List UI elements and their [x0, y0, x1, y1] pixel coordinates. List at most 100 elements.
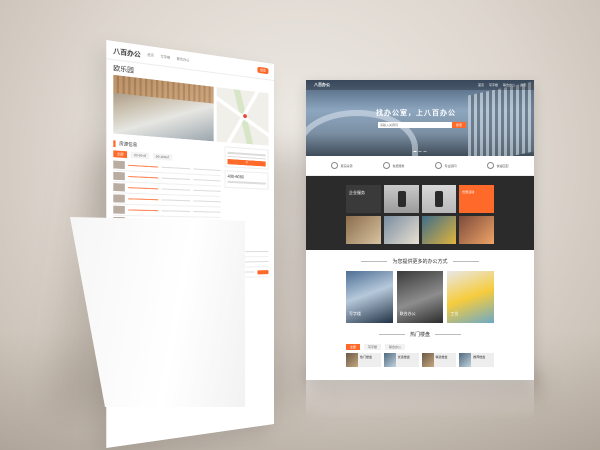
search-input[interactable] [378, 122, 452, 128]
enterprise-services-band: 企业服务 优惠活动 [306, 176, 534, 250]
tab-all[interactable]: 全部 [113, 150, 128, 159]
list-item[interactable]: 热门楼盘 [346, 353, 381, 367]
check-icon [383, 162, 391, 169]
home-page-mockup: 八百办公 首页 写字楼 联合办公 资讯 找办公室，上八百办公 搜索 真实房源 免… [306, 80, 534, 380]
building-name: 推荐楼盘 [473, 355, 486, 359]
service-photo-card[interactable] [421, 216, 457, 244]
row-thumb [113, 205, 125, 214]
building-name: 优选楼盘 [397, 355, 410, 359]
home-hero-banner: 八百办公 首页 写字楼 联合办公 资讯 找办公室，上八百办公 搜索 [306, 80, 534, 156]
home-nav-home[interactable]: 首页 [478, 83, 484, 87]
home-top-nav: 八百办公 首页 写字楼 联合办公 资讯 [306, 80, 534, 90]
view-button[interactable] [257, 269, 269, 274]
hot-buildings-section: 热门楼盘 全部 写字楼 联合办公 热门楼盘 优选楼盘 精选楼盘 推荐楼盘 [306, 331, 534, 367]
way-card-cowork[interactable]: 联合办公 [396, 271, 444, 323]
row-cell [193, 200, 221, 203]
feature-strip: 真实房源 免费服务 专业顾问 快速匹配 [306, 156, 534, 176]
row-cell [128, 175, 159, 179]
row-thumb [113, 160, 125, 170]
location-map[interactable] [216, 87, 269, 146]
row-cell [128, 209, 159, 212]
row-cell [193, 168, 221, 172]
contact-box: ✆ [224, 146, 269, 170]
hero-slogan: 找办公室，上八百办公 [376, 110, 456, 117]
carousel-dot[interactable] [418, 150, 422, 152]
office-chair-card[interactable] [383, 185, 419, 213]
hot-tab-cowork[interactable]: 联合办公 [385, 344, 406, 350]
promo-label: 优惠活动 [462, 190, 475, 194]
service-photo-card[interactable] [459, 216, 494, 244]
row-cell [161, 188, 191, 191]
way-card-office[interactable]: 写字楼 [346, 271, 393, 323]
home-nav-cowork[interactable]: 联合办公 [503, 83, 515, 87]
map-pin-icon [242, 114, 247, 119]
house-list-section: 房源信息 全部 20-50㎡ 50-100㎡ [106, 133, 226, 232]
hot-list: 热门楼盘 优选楼盘 精选楼盘 推荐楼盘 [306, 353, 534, 367]
carousel-dot[interactable] [413, 150, 417, 152]
row-cell [128, 197, 159, 201]
home-nav-office[interactable]: 写字楼 [489, 83, 498, 87]
hot-heading: 热门楼盘 [306, 331, 534, 338]
listing-nav-home[interactable]: 首页 [147, 52, 154, 57]
way-label: 工位 [450, 311, 459, 316]
service-photo-card[interactable] [346, 216, 381, 244]
tab-medium[interactable]: 50-100㎡ [152, 152, 173, 161]
row-cell [161, 209, 191, 213]
feature-label: 快速匹配 [496, 163, 509, 168]
enterprise-label: 企业服务 [349, 190, 365, 195]
list-item[interactable]: 推荐楼盘 [459, 353, 494, 367]
listing-sidebar: ✆ 400-6060 [224, 146, 269, 192]
side-line [227, 180, 266, 185]
listing-nav-cowork[interactable]: 联合办公 [177, 57, 190, 63]
feature-label: 真实房源 [340, 163, 353, 168]
feature-item: 真实房源 [331, 162, 353, 169]
promo-card[interactable]: 优惠活动 [459, 185, 494, 213]
right-page-reflection [306, 380, 534, 420]
search-button[interactable]: 搜索 [452, 122, 466, 128]
listing-login-button[interactable]: 登录 [257, 66, 269, 75]
hero-search-bar: 搜索 [378, 122, 466, 128]
contact-button[interactable]: ✆ [227, 158, 266, 167]
home-nav-news[interactable]: 资讯 [520, 83, 526, 87]
carousel-dot[interactable] [423, 150, 427, 152]
row-cell [193, 178, 221, 182]
carousel-dots [413, 150, 427, 152]
list-item[interactable]: 优选楼盘 [383, 353, 419, 367]
office-photo[interactable] [113, 74, 214, 142]
row-thumb [113, 183, 125, 192]
row-cell [193, 210, 221, 213]
phone-number: 400-6060 [227, 173, 244, 180]
check-icon [435, 162, 443, 169]
building-thumb [383, 353, 396, 367]
feature-label: 专业顾问 [444, 163, 457, 168]
tab-small[interactable]: 20-50㎡ [130, 151, 150, 160]
building-thumb [459, 353, 472, 367]
row-cell [128, 164, 159, 168]
enterprise-card[interactable]: 企业服务 [346, 185, 381, 213]
listing-nav-office[interactable]: 写字楼 [160, 54, 170, 60]
listing-logo[interactable]: 八百办公 [113, 45, 140, 58]
way-card-desk[interactable]: 工位 [447, 271, 494, 323]
office-chair-card[interactable] [421, 185, 457, 213]
hot-tab-office[interactable]: 写字楼 [364, 344, 382, 350]
building-name: 热门楼盘 [360, 355, 373, 359]
home-logo[interactable]: 八百办公 [314, 82, 330, 88]
row-thumb [113, 194, 125, 203]
hot-tab-all[interactable]: 全部 [346, 344, 361, 350]
building-thumb [346, 353, 358, 367]
ways-heading: 为您提供更多的办公方式 [306, 258, 534, 265]
check-icon [487, 162, 495, 169]
way-label: 写字楼 [349, 311, 361, 316]
row-cell [161, 199, 191, 202]
phone-box: 400-6060 [224, 170, 269, 190]
service-photo-card[interactable] [383, 216, 419, 244]
row-cell [128, 186, 159, 190]
row-cell [193, 189, 221, 193]
row-thumb [113, 171, 125, 181]
hot-tabs: 全部 写字楼 联合办公 [306, 344, 534, 350]
building-name: 精选楼盘 [435, 355, 448, 359]
check-icon [331, 162, 339, 169]
building-thumb [421, 353, 434, 367]
list-item[interactable]: 精选楼盘 [421, 353, 457, 367]
row-cell [161, 177, 191, 181]
